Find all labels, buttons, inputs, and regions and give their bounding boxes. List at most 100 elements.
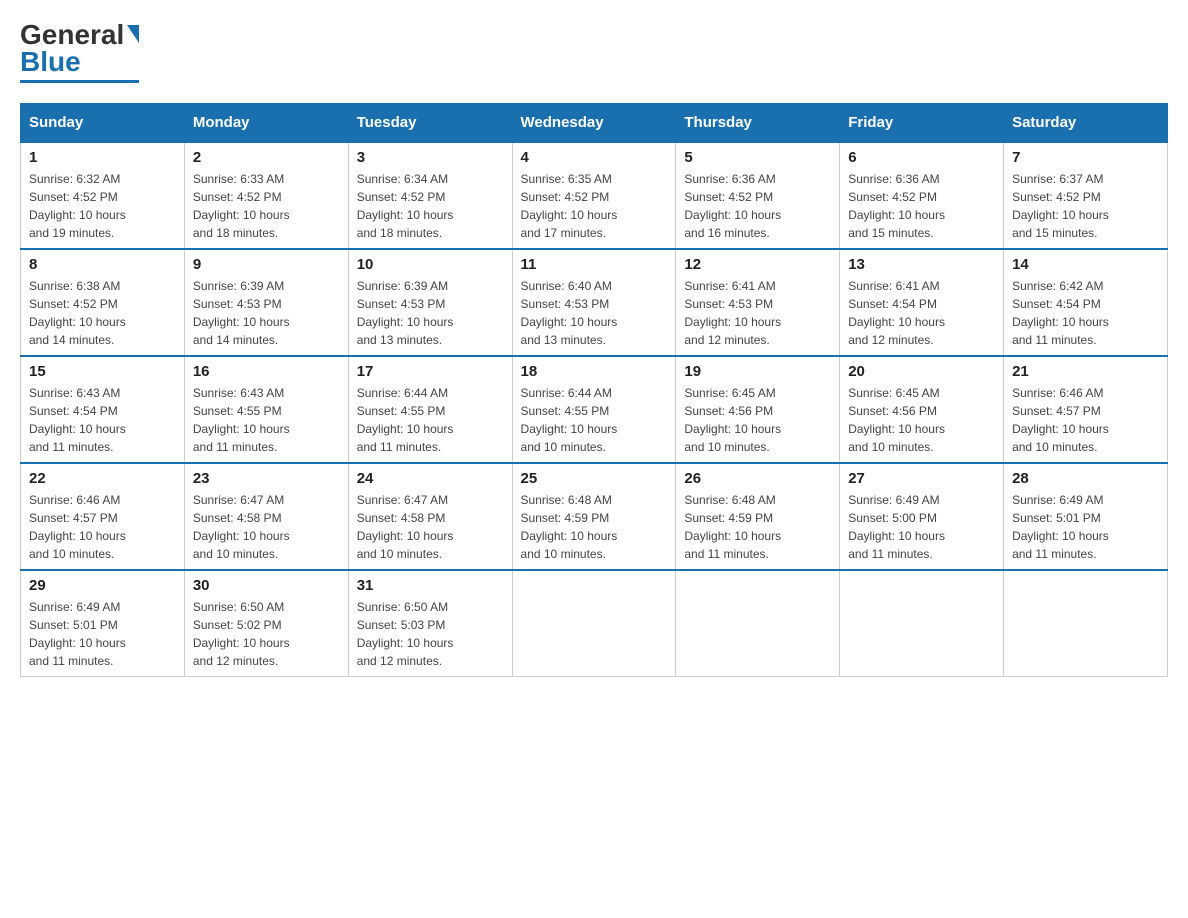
calendar-day-27: 27 Sunrise: 6:49 AM Sunset: 5:00 PM Dayl…	[840, 463, 1004, 570]
day-info: Sunrise: 6:46 AM Sunset: 4:57 PM Dayligh…	[1012, 384, 1159, 456]
calendar-day-4: 4 Sunrise: 6:35 AM Sunset: 4:52 PM Dayli…	[512, 142, 676, 249]
calendar-day-18: 18 Sunrise: 6:44 AM Sunset: 4:55 PM Dayl…	[512, 356, 676, 463]
day-number: 24	[357, 470, 504, 487]
calendar-week-row: 29 Sunrise: 6:49 AM Sunset: 5:01 PM Dayl…	[21, 570, 1168, 677]
day-number: 13	[848, 256, 995, 273]
calendar-day-29: 29 Sunrise: 6:49 AM Sunset: 5:01 PM Dayl…	[21, 570, 185, 677]
calendar-day-30: 30 Sunrise: 6:50 AM Sunset: 5:02 PM Dayl…	[184, 570, 348, 677]
calendar-header-row: SundayMondayTuesdayWednesdayThursdayFrid…	[21, 103, 1168, 142]
header-friday: Friday	[840, 103, 1004, 142]
day-number: 5	[684, 149, 831, 166]
calendar-day-3: 3 Sunrise: 6:34 AM Sunset: 4:52 PM Dayli…	[348, 142, 512, 249]
calendar-day-13: 13 Sunrise: 6:41 AM Sunset: 4:54 PM Dayl…	[840, 249, 1004, 356]
day-info: Sunrise: 6:45 AM Sunset: 4:56 PM Dayligh…	[684, 384, 831, 456]
calendar-day-22: 22 Sunrise: 6:46 AM Sunset: 4:57 PM Dayl…	[21, 463, 185, 570]
day-info: Sunrise: 6:32 AM Sunset: 4:52 PM Dayligh…	[29, 170, 176, 242]
header-tuesday: Tuesday	[348, 103, 512, 142]
day-info: Sunrise: 6:44 AM Sunset: 4:55 PM Dayligh…	[521, 384, 668, 456]
day-info: Sunrise: 6:41 AM Sunset: 4:54 PM Dayligh…	[848, 277, 995, 349]
day-info: Sunrise: 6:43 AM Sunset: 4:55 PM Dayligh…	[193, 384, 340, 456]
calendar-day-7: 7 Sunrise: 6:37 AM Sunset: 4:52 PM Dayli…	[1004, 142, 1168, 249]
day-info: Sunrise: 6:48 AM Sunset: 4:59 PM Dayligh…	[521, 491, 668, 563]
calendar-day-11: 11 Sunrise: 6:40 AM Sunset: 4:53 PM Dayl…	[512, 249, 676, 356]
calendar-week-row: 22 Sunrise: 6:46 AM Sunset: 4:57 PM Dayl…	[21, 463, 1168, 570]
calendar-day-25: 25 Sunrise: 6:48 AM Sunset: 4:59 PM Dayl…	[512, 463, 676, 570]
day-number: 31	[357, 577, 504, 594]
day-info: Sunrise: 6:46 AM Sunset: 4:57 PM Dayligh…	[29, 491, 176, 563]
calendar-day-12: 12 Sunrise: 6:41 AM Sunset: 4:53 PM Dayl…	[676, 249, 840, 356]
calendar-day-10: 10 Sunrise: 6:39 AM Sunset: 4:53 PM Dayl…	[348, 249, 512, 356]
day-info: Sunrise: 6:42 AM Sunset: 4:54 PM Dayligh…	[1012, 277, 1159, 349]
empty-cell	[840, 570, 1004, 677]
logo-underline	[20, 80, 139, 83]
day-number: 26	[684, 470, 831, 487]
day-info: Sunrise: 6:36 AM Sunset: 4:52 PM Dayligh…	[684, 170, 831, 242]
day-number: 11	[521, 256, 668, 273]
day-number: 20	[848, 363, 995, 380]
day-number: 25	[521, 470, 668, 487]
day-number: 17	[357, 363, 504, 380]
logo-blue: Blue	[20, 47, 81, 78]
day-number: 30	[193, 577, 340, 594]
day-info: Sunrise: 6:44 AM Sunset: 4:55 PM Dayligh…	[357, 384, 504, 456]
day-number: 3	[357, 149, 504, 166]
calendar-day-14: 14 Sunrise: 6:42 AM Sunset: 4:54 PM Dayl…	[1004, 249, 1168, 356]
day-number: 23	[193, 470, 340, 487]
calendar-day-8: 8 Sunrise: 6:38 AM Sunset: 4:52 PM Dayli…	[21, 249, 185, 356]
logo: General Blue	[20, 20, 139, 83]
day-info: Sunrise: 6:39 AM Sunset: 4:53 PM Dayligh…	[357, 277, 504, 349]
calendar-day-17: 17 Sunrise: 6:44 AM Sunset: 4:55 PM Dayl…	[348, 356, 512, 463]
day-info: Sunrise: 6:49 AM Sunset: 5:01 PM Dayligh…	[1012, 491, 1159, 563]
day-info: Sunrise: 6:34 AM Sunset: 4:52 PM Dayligh…	[357, 170, 504, 242]
header-saturday: Saturday	[1004, 103, 1168, 142]
day-info: Sunrise: 6:43 AM Sunset: 4:54 PM Dayligh…	[29, 384, 176, 456]
calendar-day-26: 26 Sunrise: 6:48 AM Sunset: 4:59 PM Dayl…	[676, 463, 840, 570]
calendar-day-15: 15 Sunrise: 6:43 AM Sunset: 4:54 PM Dayl…	[21, 356, 185, 463]
day-info: Sunrise: 6:35 AM Sunset: 4:52 PM Dayligh…	[521, 170, 668, 242]
day-number: 22	[29, 470, 176, 487]
day-number: 21	[1012, 363, 1159, 380]
day-info: Sunrise: 6:41 AM Sunset: 4:53 PM Dayligh…	[684, 277, 831, 349]
calendar-day-20: 20 Sunrise: 6:45 AM Sunset: 4:56 PM Dayl…	[840, 356, 1004, 463]
calendar-week-row: 15 Sunrise: 6:43 AM Sunset: 4:54 PM Dayl…	[21, 356, 1168, 463]
day-number: 10	[357, 256, 504, 273]
day-number: 19	[684, 363, 831, 380]
calendar-day-16: 16 Sunrise: 6:43 AM Sunset: 4:55 PM Dayl…	[184, 356, 348, 463]
day-info: Sunrise: 6:47 AM Sunset: 4:58 PM Dayligh…	[357, 491, 504, 563]
day-number: 1	[29, 149, 176, 166]
day-info: Sunrise: 6:45 AM Sunset: 4:56 PM Dayligh…	[848, 384, 995, 456]
empty-cell	[1004, 570, 1168, 677]
day-info: Sunrise: 6:49 AM Sunset: 5:00 PM Dayligh…	[848, 491, 995, 563]
calendar-day-5: 5 Sunrise: 6:36 AM Sunset: 4:52 PM Dayli…	[676, 142, 840, 249]
page-header: General Blue	[20, 20, 1168, 83]
calendar-week-row: 1 Sunrise: 6:32 AM Sunset: 4:52 PM Dayli…	[21, 142, 1168, 249]
logo-triangle-icon	[127, 25, 139, 43]
empty-cell	[512, 570, 676, 677]
calendar-day-6: 6 Sunrise: 6:36 AM Sunset: 4:52 PM Dayli…	[840, 142, 1004, 249]
day-number: 15	[29, 363, 176, 380]
day-info: Sunrise: 6:48 AM Sunset: 4:59 PM Dayligh…	[684, 491, 831, 563]
day-info: Sunrise: 6:47 AM Sunset: 4:58 PM Dayligh…	[193, 491, 340, 563]
header-monday: Monday	[184, 103, 348, 142]
day-info: Sunrise: 6:40 AM Sunset: 4:53 PM Dayligh…	[521, 277, 668, 349]
day-number: 9	[193, 256, 340, 273]
day-info: Sunrise: 6:50 AM Sunset: 5:02 PM Dayligh…	[193, 598, 340, 670]
header-wednesday: Wednesday	[512, 103, 676, 142]
day-info: Sunrise: 6:38 AM Sunset: 4:52 PM Dayligh…	[29, 277, 176, 349]
day-number: 8	[29, 256, 176, 273]
calendar-day-28: 28 Sunrise: 6:49 AM Sunset: 5:01 PM Dayl…	[1004, 463, 1168, 570]
day-info: Sunrise: 6:33 AM Sunset: 4:52 PM Dayligh…	[193, 170, 340, 242]
day-number: 29	[29, 577, 176, 594]
calendar-table: SundayMondayTuesdayWednesdayThursdayFrid…	[20, 103, 1168, 677]
header-sunday: Sunday	[21, 103, 185, 142]
day-number: 14	[1012, 256, 1159, 273]
day-number: 6	[848, 149, 995, 166]
empty-cell	[676, 570, 840, 677]
calendar-week-row: 8 Sunrise: 6:38 AM Sunset: 4:52 PM Dayli…	[21, 249, 1168, 356]
calendar-day-21: 21 Sunrise: 6:46 AM Sunset: 4:57 PM Dayl…	[1004, 356, 1168, 463]
day-number: 18	[521, 363, 668, 380]
day-number: 2	[193, 149, 340, 166]
day-info: Sunrise: 6:50 AM Sunset: 5:03 PM Dayligh…	[357, 598, 504, 670]
day-info: Sunrise: 6:37 AM Sunset: 4:52 PM Dayligh…	[1012, 170, 1159, 242]
day-number: 12	[684, 256, 831, 273]
